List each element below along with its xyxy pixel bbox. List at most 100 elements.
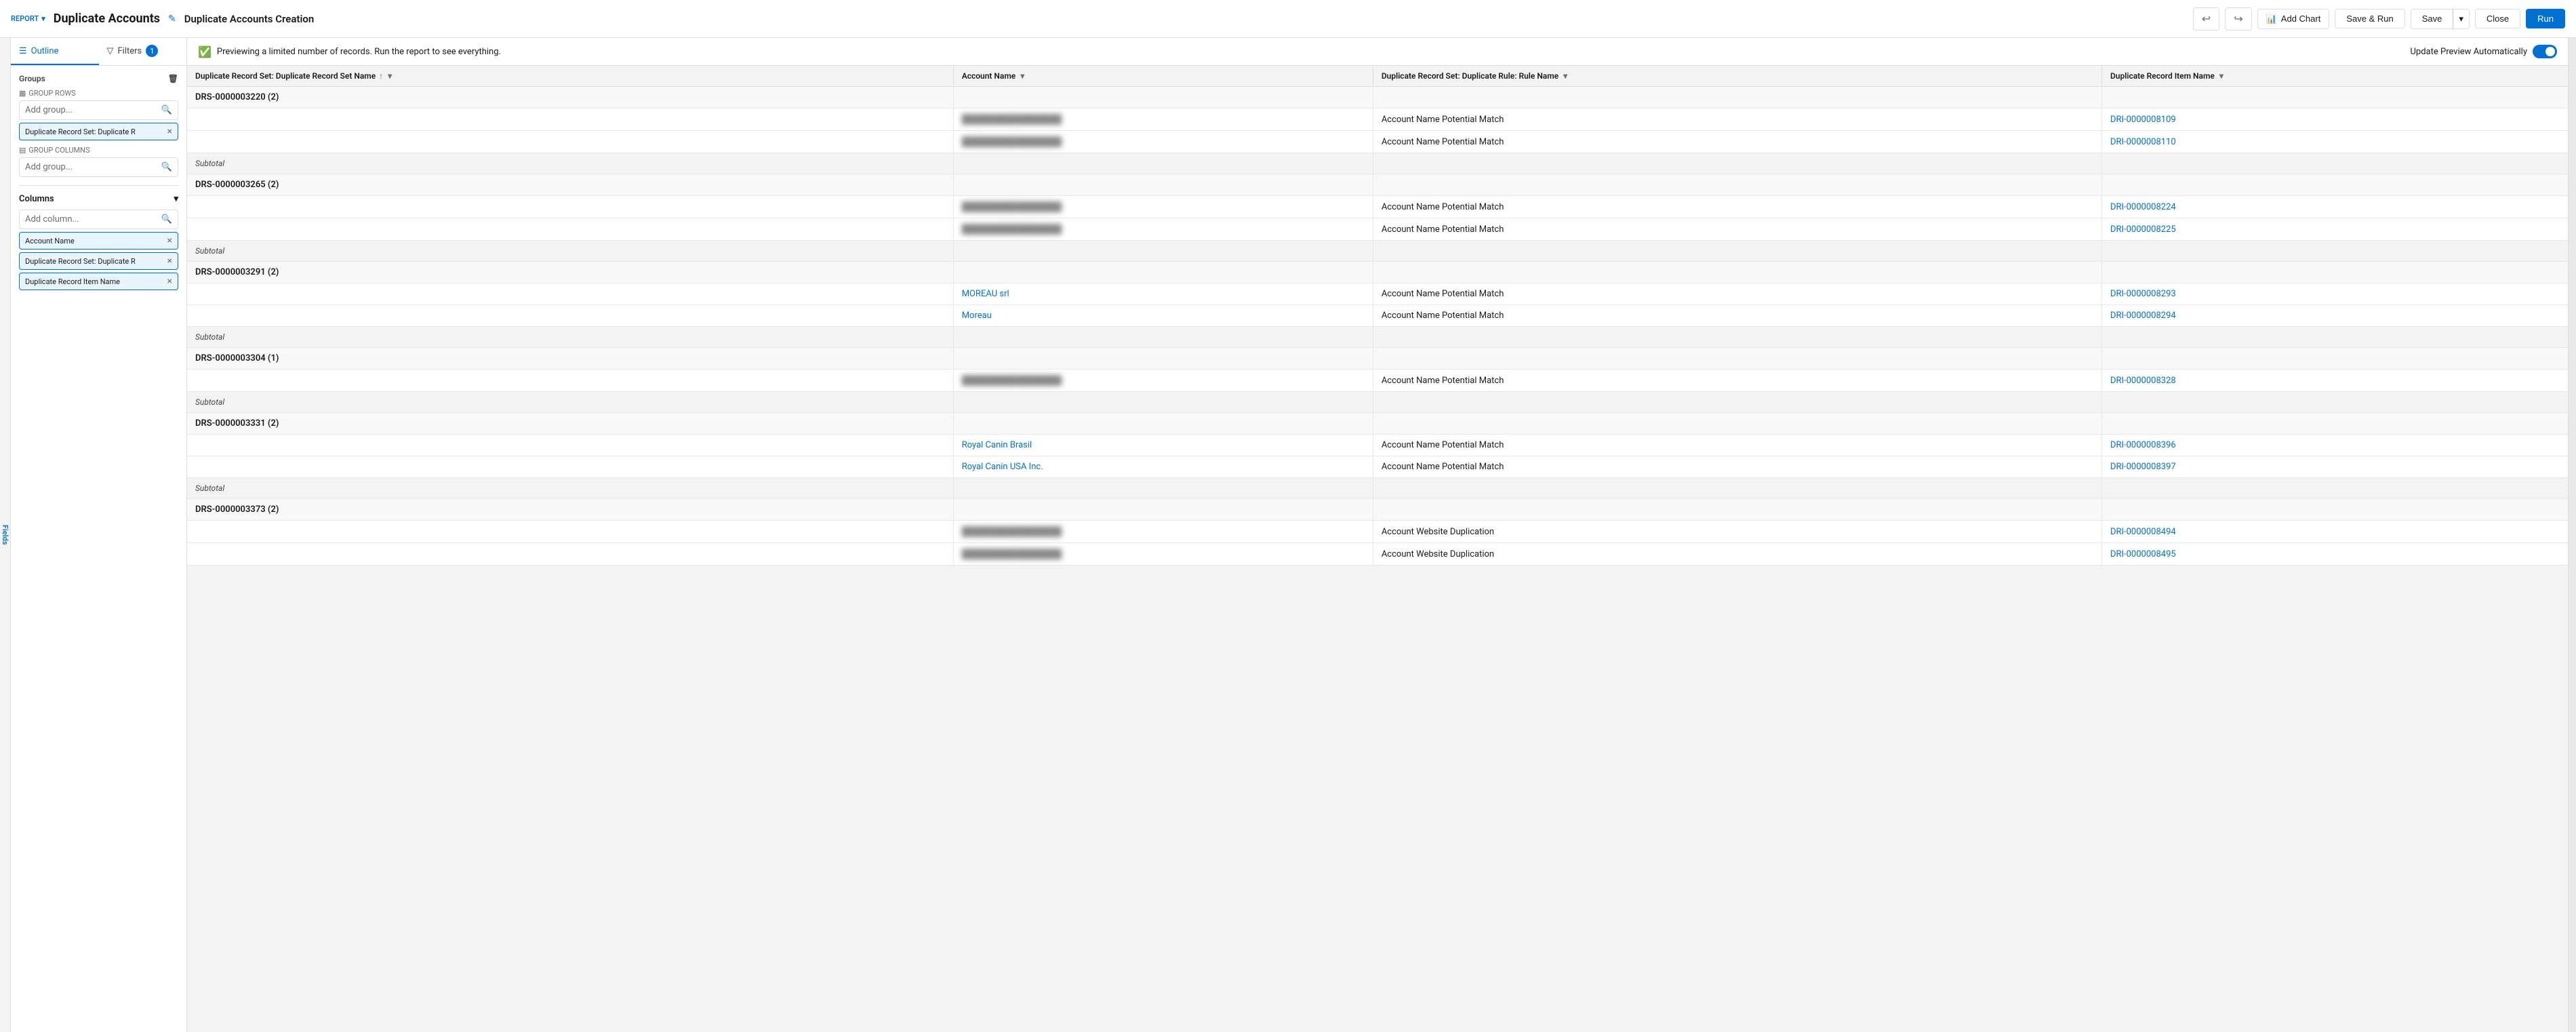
subtotal-row: Subtotal bbox=[187, 241, 2568, 262]
add-group-input[interactable]: Add group... 🔍 bbox=[19, 100, 178, 120]
search-icon: 🔍 bbox=[161, 105, 172, 115]
group-id-cell: DRS-0000003331 (2) bbox=[187, 413, 953, 435]
add-chart-button[interactable]: 📊 Add Chart bbox=[2257, 9, 2330, 29]
dri-link[interactable]: DRI-0000008495 bbox=[2110, 549, 2176, 559]
report-label: REPORT ▾ bbox=[11, 14, 45, 23]
search-icon-col: 🔍 bbox=[161, 214, 172, 224]
chevron-down-icon-cols[interactable]: ▾ bbox=[174, 194, 178, 204]
dri-cell: DRI-0000008495 bbox=[2101, 543, 2568, 565]
columns-label: Columns bbox=[19, 194, 54, 204]
auto-preview-toggle[interactable] bbox=[2533, 45, 2557, 58]
account-name-cell: ████████████████ bbox=[953, 131, 1373, 153]
toggle-label: Update Preview Automatically bbox=[2411, 47, 2528, 57]
remove-col-0[interactable]: × bbox=[167, 235, 172, 246]
dri-link[interactable]: DRI-0000008225 bbox=[2110, 224, 2176, 235]
chart-icon: 📊 bbox=[2266, 14, 2277, 24]
group-rows-label: ▦ GROUP ROWS bbox=[19, 89, 178, 98]
account-name-cell: ████████████████ bbox=[953, 108, 1373, 131]
data-table-container: Duplicate Record Set: Duplicate Record S… bbox=[187, 66, 2568, 1032]
filter-icon: ▽ bbox=[107, 46, 114, 56]
table-row: ████████████████Account Name Potential M… bbox=[187, 370, 2568, 392]
remove-group-tag-0[interactable]: × bbox=[167, 126, 172, 137]
account-name-link[interactable]: Royal Canin USA Inc. bbox=[962, 462, 1043, 472]
rule-cell: Account Website Duplication bbox=[1373, 521, 2101, 543]
column-tag-2: Duplicate Record Item Name × bbox=[19, 273, 178, 290]
table-row: ████████████████Account Name Potential M… bbox=[187, 218, 2568, 241]
chevron-down-icon: ▾ bbox=[2459, 14, 2463, 24]
account-name-cell: ████████████████ bbox=[953, 543, 1373, 565]
redo-button[interactable]: ↪ bbox=[2225, 7, 2251, 31]
data-table: Duplicate Record Set: Duplicate Record S… bbox=[187, 66, 2568, 565]
groups-label: Groups bbox=[19, 74, 45, 83]
subtotal-label: Subtotal bbox=[187, 478, 953, 499]
remove-col-2[interactable]: × bbox=[167, 276, 172, 287]
group-id-cell: DRS-0000003220 (2) bbox=[187, 87, 953, 108]
table-group-row: DRS-0000003220 (2) bbox=[187, 87, 2568, 108]
dri-link[interactable]: DRI-0000008293 bbox=[2110, 289, 2176, 299]
dri-link[interactable]: DRI-0000008494 bbox=[2110, 527, 2176, 537]
save-dropdown-button[interactable]: ▾ bbox=[2453, 9, 2470, 29]
dri-cell: DRI-0000008225 bbox=[2101, 218, 2568, 241]
table-row: ████████████████Account Name Potential M… bbox=[187, 108, 2568, 131]
report-title: Duplicate Accounts bbox=[54, 12, 160, 26]
undo-button[interactable]: ↩ bbox=[2193, 7, 2219, 31]
subtotal-label: Subtotal bbox=[187, 241, 953, 262]
dri-link[interactable]: DRI-0000008397 bbox=[2110, 462, 2176, 472]
account-name-cell: ████████████████ bbox=[953, 218, 1373, 241]
tab-outline[interactable]: ☰ Outline bbox=[11, 38, 99, 65]
subtotal-label: Subtotal bbox=[187, 153, 953, 174]
rule-cell: Account Name Potential Match bbox=[1373, 435, 2101, 456]
account-name-cell: Royal Canin Brasil bbox=[953, 435, 1373, 456]
account-name-cell: ████████████████ bbox=[953, 521, 1373, 543]
fields-tab[interactable]: Fields bbox=[0, 38, 11, 1032]
filters-label: Filters bbox=[118, 46, 142, 56]
toggle-section: Update Preview Automatically bbox=[2411, 45, 2558, 58]
main-content: ✅ Previewing a limited number of records… bbox=[187, 38, 2568, 1032]
account-name-link[interactable]: MOREAU srl bbox=[962, 289, 1009, 299]
add-column-placeholder: Add column... bbox=[25, 214, 79, 224]
close-button[interactable]: Close bbox=[2475, 9, 2520, 28]
dri-link[interactable]: DRI-0000008109 bbox=[2110, 115, 2176, 125]
filter-icon-3[interactable]: ▾ bbox=[2219, 71, 2223, 81]
redo-icon: ↪ bbox=[2234, 12, 2242, 26]
save-run-button[interactable]: Save & Run bbox=[2335, 9, 2404, 28]
top-bar-right: ↩ ↪ 📊 Add Chart Save & Run Save ▾ Close … bbox=[2193, 7, 2565, 31]
account-name-link[interactable]: Moreau bbox=[962, 311, 992, 321]
account-name-link[interactable]: Royal Canin Brasil bbox=[962, 440, 1032, 450]
dri-link[interactable]: DRI-0000008224 bbox=[2110, 202, 2176, 212]
filter-icon-1[interactable]: ▾ bbox=[1020, 71, 1024, 81]
account-name-cell: Royal Canin USA Inc. bbox=[953, 456, 1373, 478]
table-group-row: DRS-0000003291 (2) bbox=[187, 262, 2568, 283]
dri-link[interactable]: DRI-0000008396 bbox=[2110, 440, 2176, 450]
dri-link[interactable]: DRI-0000008328 bbox=[2110, 376, 2176, 386]
dri-link[interactable]: DRI-0000008110 bbox=[2110, 137, 2176, 147]
add-group-columns-input[interactable]: Add group... 🔍 bbox=[19, 157, 178, 177]
dri-cell: DRI-0000008293 bbox=[2101, 283, 2568, 305]
col-header-dri-name: Duplicate Record Item Name ▾ bbox=[2101, 66, 2568, 87]
edit-icon[interactable]: ✎ bbox=[168, 14, 176, 24]
group-cols-icon: ▤ bbox=[19, 146, 26, 155]
subtotal-label: Subtotal bbox=[187, 392, 953, 413]
filter-icon-0[interactable]: ▾ bbox=[388, 71, 392, 81]
preview-text: Previewing a limited number of records. … bbox=[217, 47, 501, 57]
delete-icon[interactable]: 🗑 bbox=[168, 74, 178, 83]
sort-icon-0[interactable]: ↑ bbox=[379, 71, 383, 81]
save-button[interactable]: Save bbox=[2411, 9, 2453, 29]
filter-icon-2[interactable]: ▾ bbox=[1563, 71, 1567, 81]
run-button[interactable]: Run bbox=[2526, 9, 2565, 28]
subtotal-row: Subtotal bbox=[187, 327, 2568, 348]
column-tag-1: Duplicate Record Set: Duplicate R × bbox=[19, 252, 178, 270]
remove-col-1[interactable]: × bbox=[167, 256, 172, 266]
add-column-input[interactable]: Add column... 🔍 bbox=[19, 210, 178, 229]
sidebar-content: Groups 🗑 ▦ GROUP ROWS Add group... 🔍 Dup… bbox=[11, 66, 186, 1032]
group-rows-icon: ▦ bbox=[19, 89, 26, 98]
dri-cell: DRI-0000008224 bbox=[2101, 196, 2568, 218]
group-row-tag-0: Duplicate Record Set: Duplicate R × bbox=[19, 123, 178, 140]
sidebar-divider bbox=[19, 185, 178, 186]
dri-cell: DRI-0000008396 bbox=[2101, 435, 2568, 456]
chevron-down-icon[interactable]: ▾ bbox=[41, 14, 45, 23]
tab-filters[interactable]: ▽ Filters 1 bbox=[99, 38, 187, 65]
table-body: DRS-0000003220 (2)████████████████Accoun… bbox=[187, 87, 2568, 565]
subtotal-label: Subtotal bbox=[187, 327, 953, 348]
dri-link[interactable]: DRI-0000008294 bbox=[2110, 311, 2176, 321]
